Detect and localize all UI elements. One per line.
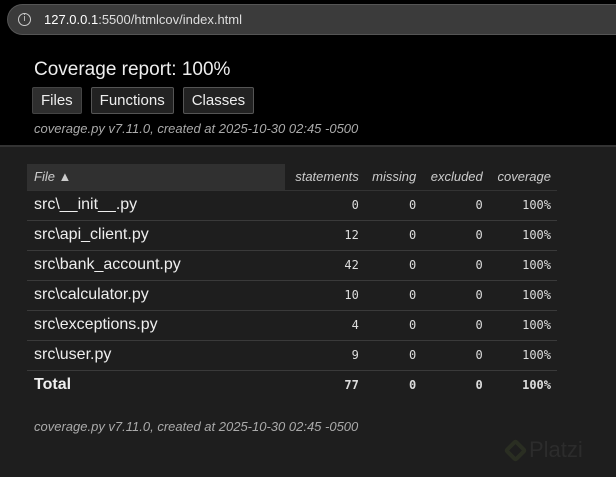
coverage-table: File ▲ statements missing excluded cover… [27, 164, 557, 400]
footer-meta: coverage.py v7.11.0, created at 2025-10-… [34, 419, 359, 434]
cell-excluded: 0 [422, 339, 489, 370]
info-icon[interactable]: i [18, 13, 31, 26]
cell-excluded: 0 [422, 189, 489, 220]
cell-coverage: 100% [488, 339, 557, 370]
cell-coverage: 100% [488, 309, 557, 340]
column-header-excluded[interactable]: excluded [422, 164, 489, 191]
page-title: Coverage report: 100% [34, 59, 231, 80]
tab-classes[interactable]: Classes [182, 87, 255, 114]
column-header-coverage[interactable]: coverage [488, 164, 557, 191]
platzi-watermark: Platzi [503, 437, 583, 463]
cell-file[interactable]: src\calculator.py [27, 279, 285, 310]
tab-files[interactable]: Files [32, 87, 82, 114]
cell-coverage: 100% [488, 249, 557, 280]
cell-missing: 0 [364, 189, 423, 220]
watermark-text: Platzi [529, 437, 583, 462]
total-statements: 77 [285, 369, 365, 400]
cell-coverage: 100% [488, 219, 557, 250]
table-row: src\exceptions.py 4 0 0 100% [27, 309, 557, 340]
cell-coverage: 100% [488, 189, 557, 220]
cell-excluded: 0 [422, 219, 489, 250]
cell-statements: 4 [285, 309, 365, 340]
cell-file[interactable]: src\exceptions.py [27, 309, 285, 340]
cell-file[interactable]: src\api_client.py [27, 219, 285, 250]
total-missing: 0 [364, 369, 423, 400]
table-row: src\bank_account.py 42 0 0 100% [27, 249, 557, 280]
tab-functions[interactable]: Functions [90, 87, 174, 114]
cell-statements: 12 [285, 219, 365, 250]
total-row: Total 77 0 0 100% [27, 369, 557, 400]
cell-excluded: 0 [422, 249, 489, 280]
column-header-file[interactable]: File ▲ [27, 164, 285, 191]
total-excluded: 0 [422, 369, 489, 400]
url-text[interactable]: 127.0.0.1:5500/htmlcov/index.html [44, 12, 242, 27]
total-file: Total [27, 369, 285, 400]
platzi-logo-icon [503, 437, 528, 463]
table-row: src\__init__.py 0 0 0 100% [27, 189, 557, 220]
cell-statements: 10 [285, 279, 365, 310]
cell-missing: 0 [364, 309, 423, 340]
cell-missing: 0 [364, 249, 423, 280]
cell-statements: 9 [285, 339, 365, 370]
url-path: :5500/htmlcov/index.html [98, 12, 243, 27]
cell-excluded: 0 [422, 309, 489, 340]
report-header: i 127.0.0.1:5500/htmlcov/index.html Cove… [0, 0, 616, 147]
cell-excluded: 0 [422, 279, 489, 310]
cell-missing: 0 [364, 219, 423, 250]
cell-missing: 0 [364, 279, 423, 310]
total-coverage: 100% [488, 369, 557, 400]
column-header-statements[interactable]: statements [285, 164, 365, 191]
cell-statements: 42 [285, 249, 365, 280]
column-header-missing[interactable]: missing [364, 164, 423, 191]
cell-file[interactable]: src\bank_account.py [27, 249, 285, 280]
cell-coverage: 100% [488, 279, 557, 310]
table-row: src\calculator.py 10 0 0 100% [27, 279, 557, 310]
url-host: 127.0.0.1 [44, 12, 99, 27]
cell-statements: 0 [285, 189, 365, 220]
header-meta: coverage.py v7.11.0, created at 2025-10-… [34, 121, 359, 136]
table-row: src\api_client.py 12 0 0 100% [27, 219, 557, 250]
cell-file[interactable]: src\__init__.py [27, 189, 285, 220]
cell-missing: 0 [364, 339, 423, 370]
address-bar[interactable]: i 127.0.0.1:5500/htmlcov/index.html [7, 4, 616, 35]
table-row: src\user.py 9 0 0 100% [27, 339, 557, 370]
cell-file[interactable]: src\user.py [27, 339, 285, 370]
